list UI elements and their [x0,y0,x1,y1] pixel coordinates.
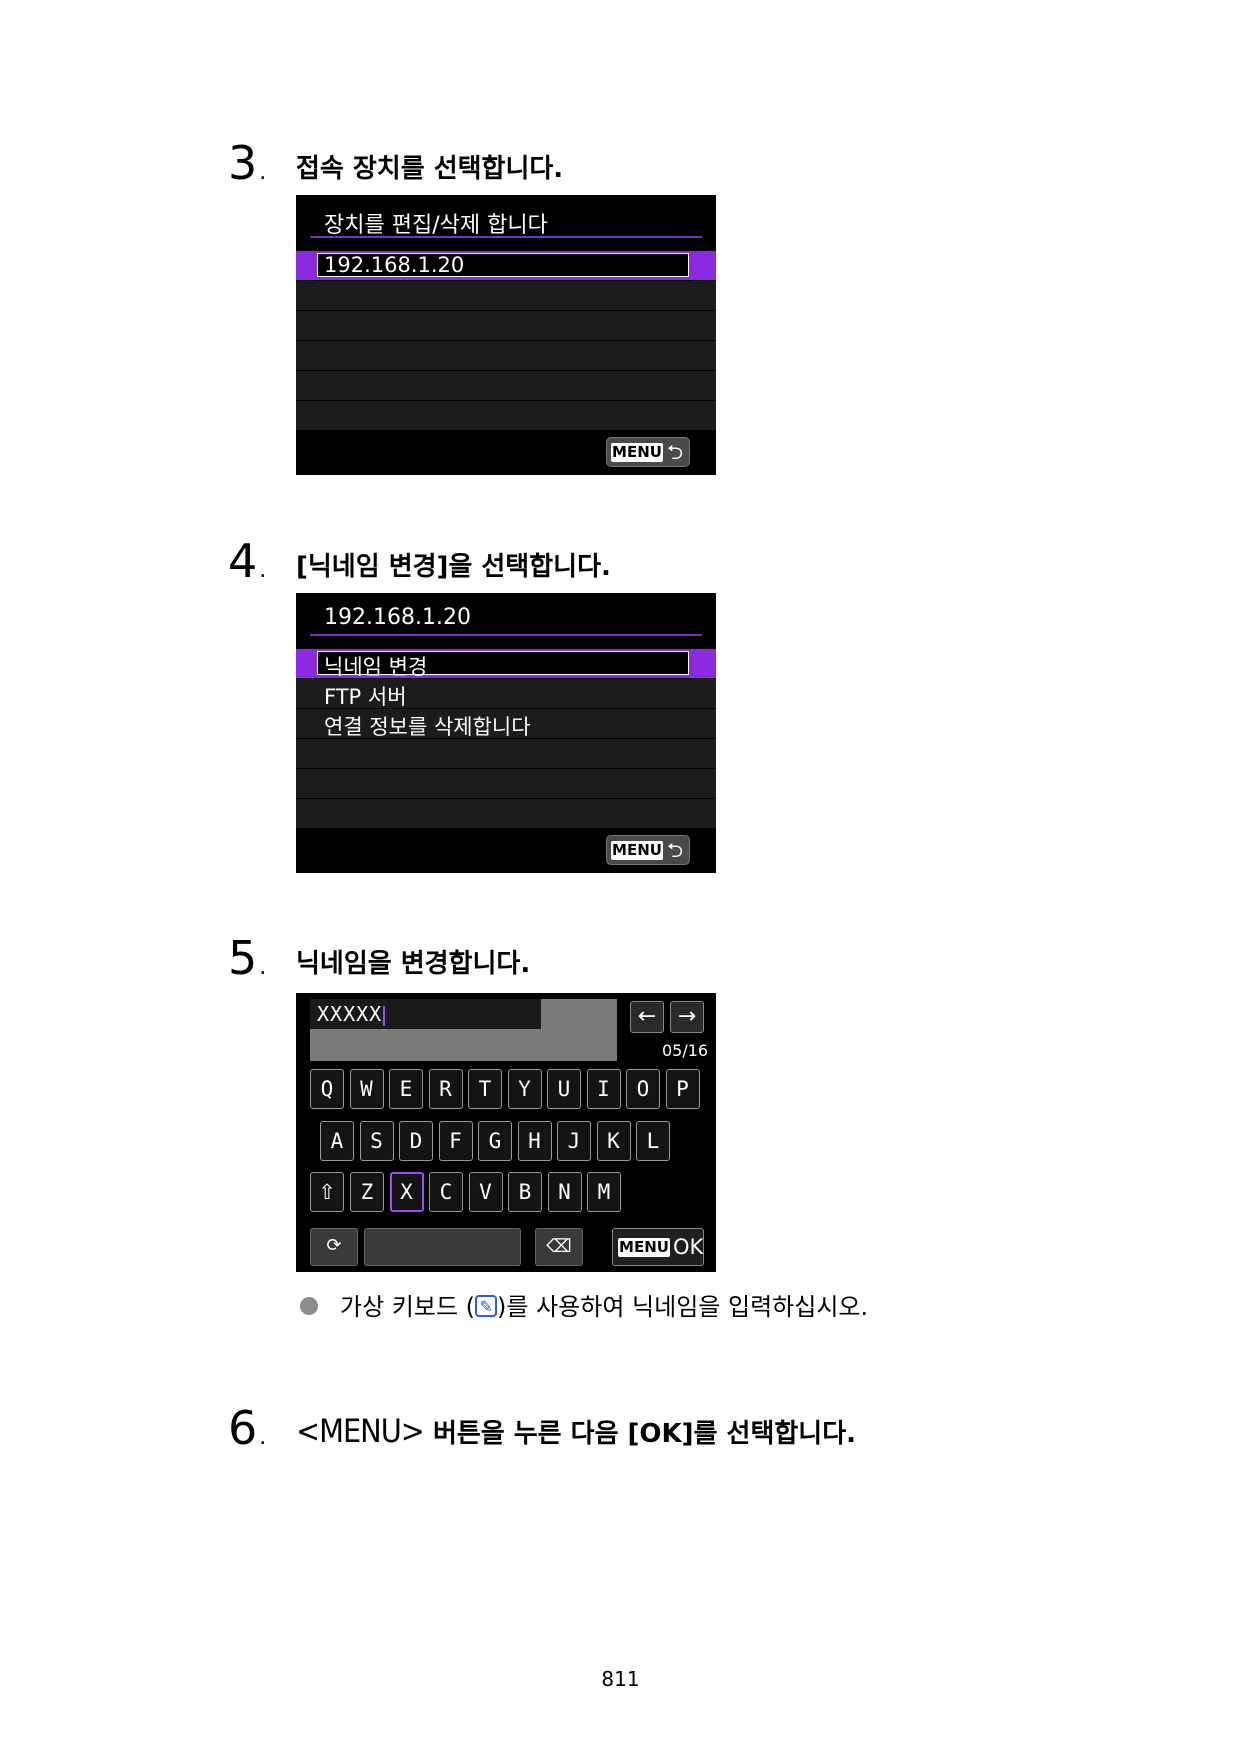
key-c[interactable]: C [429,1172,463,1212]
nickname-input[interactable]: XXXXX [310,999,541,1029]
step-title: [닉네임 변경]을 선택합니다. [296,552,611,582]
key-d[interactable]: D [399,1121,433,1161]
key-l[interactable]: L [636,1121,670,1161]
key-g[interactable]: G [478,1121,512,1161]
key-v[interactable]: V [468,1172,503,1212]
empty-row [296,281,716,311]
menu-item-label: FTP 서버 [324,685,407,709]
step-number: 5. [228,935,266,981]
menu-item-label: 연결 정보를 삭제합니다 [324,715,531,739]
step-number-dot: . [259,1425,267,1450]
step-number: 6. [228,1405,266,1451]
menu-label: MENU [618,1238,670,1257]
step-number-value: 4 [228,534,258,588]
key-f[interactable]: F [438,1121,473,1161]
empty-row [296,341,716,371]
key-u[interactable]: U [547,1069,581,1109]
text-cursor [383,1005,386,1026]
key-t[interactable]: T [468,1069,502,1109]
menu-item-label: 닉네임 변경 [324,655,428,679]
key-n[interactable]: N [547,1172,582,1212]
menu-back-button[interactable]: MENU ⮌ [606,835,690,865]
key-e[interactable]: E [389,1069,423,1109]
note-text-after: )를 사용하여 닉네임을 입력하십시오. [497,1293,869,1321]
screen-title: 192.168.1.20 [324,605,471,630]
menu-ok-button[interactable]: MENU OK [612,1228,704,1266]
input-mode-icon[interactable]: ⟳ [310,1228,358,1266]
key-w[interactable]: W [349,1069,384,1109]
nickname-value: XXXXX [317,1002,386,1026]
step-number: 4. [228,538,266,584]
note-text-before: 가상 키보드 ( [340,1293,476,1321]
menu-label: MENU [611,841,663,860]
space-key[interactable] [364,1228,521,1266]
key-p[interactable]: P [665,1069,700,1109]
step-title: 닉네임을 변경합니다. [296,949,531,979]
step-title: <MENU> 버튼을 누른 다음 [OK]를 선택합니다. [296,1415,856,1447]
screen-footer: MENU ⮌ [296,430,716,475]
return-icon: ⮌ [667,440,684,464]
menu-key-label: <MENU> [296,1412,425,1450]
shift-arrow-icon[interactable]: ⇧ [310,1172,344,1212]
key-o[interactable]: O [626,1069,660,1109]
key-j[interactable]: J [557,1121,591,1161]
step-number-value: 6 [228,1401,258,1455]
bullet-icon [300,1297,318,1315]
key-h[interactable]: H [517,1121,552,1161]
key-m[interactable]: M [587,1172,621,1212]
keyboard-note: 가상 키보드 (✎)를 사용하여 닉네임을 입력하십시오. [300,1287,868,1322]
menu-item-ftp-server[interactable]: FTP 서버 [296,679,716,709]
step-title: 접속 장치를 선택합니다. [296,154,564,184]
backspace-icon[interactable]: ⌫ [535,1228,583,1266]
empty-row [296,401,716,431]
left-arrow-icon[interactable]: ← [630,1001,664,1033]
step-title-text: 버튼을 누른 다음 [OK]를 선택합니다. [432,1419,857,1449]
page-number: 811 [601,1667,640,1691]
header-divider [310,236,702,238]
empty-row [296,739,716,769]
empty-row [296,311,716,341]
screen-footer: MENU ⮌ [296,828,716,873]
menu-back-button[interactable]: MENU ⮌ [606,437,690,467]
device-edit-screen: 192.168.1.20 닉네임 변경 FTP 서버 연결 정보를 삭제합니다 … [296,593,716,873]
header-divider [310,634,702,636]
key-i[interactable]: I [586,1069,621,1109]
screen-header: 장치를 편집/삭제 합니다 [296,195,716,251]
key-a[interactable]: A [320,1121,354,1161]
step-number-value: 5 [228,931,258,985]
menu-label: MENU [611,443,663,462]
step-number-dot: . [259,558,267,583]
step-number: 3. [228,140,266,186]
screen-title: 장치를 편집/삭제 합니다 [324,213,548,238]
device-address: 192.168.1.20 [324,253,465,277]
key-z[interactable]: Z [350,1172,384,1212]
step-number-value: 3 [228,136,258,190]
empty-row [296,799,716,829]
empty-row [296,769,716,799]
key-y[interactable]: Y [507,1069,542,1109]
virtual-keyboard-icon: ✎ [475,1295,498,1317]
key-k[interactable]: K [596,1121,631,1161]
character-count: 05/16 [662,1041,709,1060]
key-q[interactable]: Q [310,1069,344,1109]
menu-item-change-nickname[interactable]: 닉네임 변경 [296,649,716,679]
step-number-dot: . [259,955,267,980]
device-list-item[interactable]: 192.168.1.20 [296,251,716,281]
virtual-keyboard-screen: XXXXX ← → 05/16 ⇧ ⟳ ⌫ MENU OK QWERTYUIOP… [296,993,716,1272]
key-x[interactable]: X [389,1172,424,1212]
empty-row [296,371,716,401]
menu-item-delete-connection[interactable]: 연결 정보를 삭제합니다 [296,709,716,739]
nickname-text: XXXXX [317,1002,383,1026]
key-s[interactable]: S [359,1121,394,1161]
key-b[interactable]: B [508,1172,542,1212]
return-icon: ⮌ [667,838,684,862]
right-arrow-icon[interactable]: → [670,1001,704,1033]
key-r[interactable]: R [428,1069,463,1109]
ok-label: OK [673,1235,704,1259]
screen-header: 192.168.1.20 [296,593,716,649]
step-number-dot: . [259,160,267,185]
device-list-screen: 장치를 편집/삭제 합니다 192.168.1.20 MENU ⮌ [296,195,716,475]
